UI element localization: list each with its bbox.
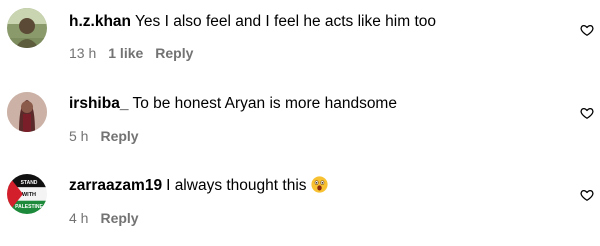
reply-button[interactable]: Reply [155, 45, 193, 61]
avatar-text: PALESTINE [15, 204, 43, 210]
heart-outline-icon[interactable] [580, 188, 594, 202]
comment-item: STAND WITH PALESTINE zarraazam19 I always… [0, 164, 600, 246]
comment-item: irshiba_ To be honest Aryan is more hands… [0, 82, 600, 164]
comment-text: To be honest Aryan is more handsome [132, 95, 397, 112]
user-avatar[interactable] [7, 8, 47, 48]
comment-text: Yes I also feel and I feel he acts like … [135, 13, 437, 30]
comment-time: 5 h [69, 128, 89, 144]
heart-outline-icon[interactable] [580, 106, 594, 120]
user-avatar-icon [7, 8, 47, 48]
comment-item: h.z.khan Yes I also feel and I feel he ac… [0, 0, 600, 82]
reply-button[interactable]: Reply [100, 128, 138, 144]
heart-outline-icon[interactable] [580, 23, 594, 37]
comment-likes-count[interactable]: 1 like [108, 45, 143, 61]
astonished-face-emoji [310, 176, 328, 193]
comment-time: 13 h [69, 45, 97, 61]
reply-button[interactable]: Reply [100, 210, 138, 226]
avatar-text: WITH [22, 192, 36, 198]
comment-username[interactable]: irshiba_ [69, 95, 128, 112]
comment-username[interactable]: zarraazam19 [69, 177, 162, 194]
comment-text: I always thought this [166, 177, 307, 194]
user-avatar[interactable] [7, 92, 47, 132]
comment-username[interactable]: h.z.khan [69, 13, 131, 30]
comment-time: 4 h [69, 210, 89, 226]
user-avatar-icon [7, 92, 47, 132]
avatar-text: STAND [21, 180, 38, 186]
palestine-flag-avatar[interactable]: STAND WITH PALESTINE [7, 174, 47, 214]
